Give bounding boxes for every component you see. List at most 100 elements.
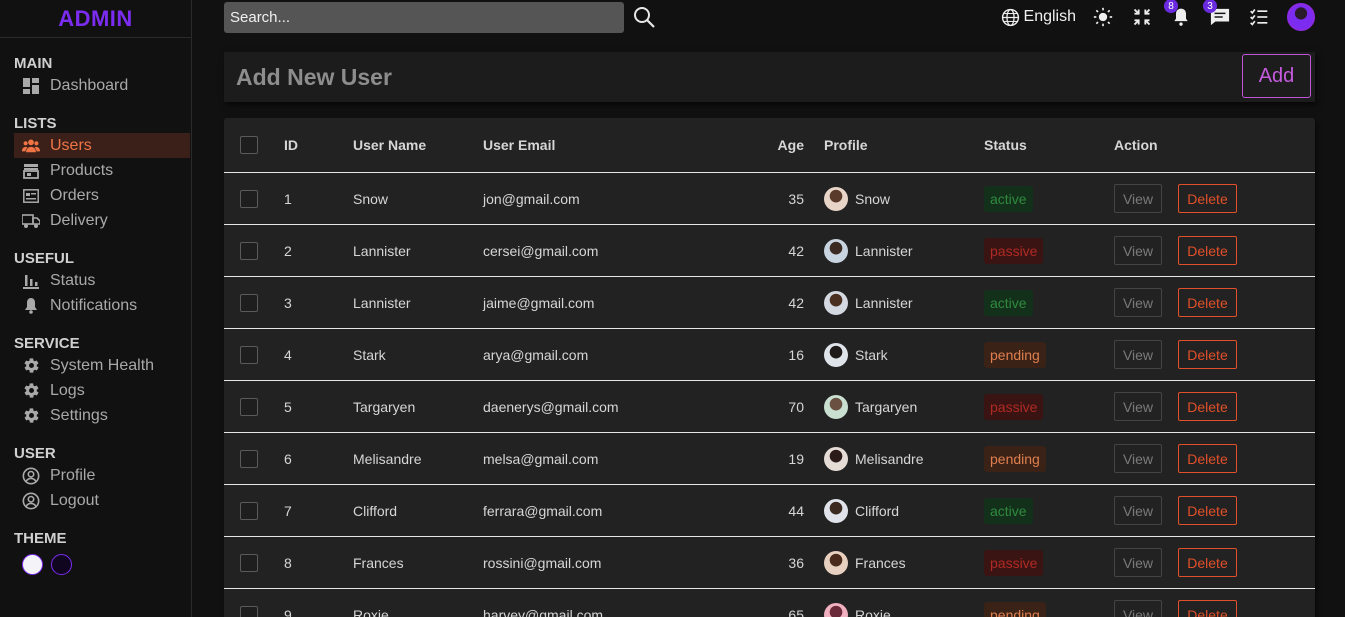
row-checkbox[interactable]	[240, 189, 258, 208]
app-logo[interactable]: ADMIN	[58, 6, 133, 32]
view-button[interactable]: View	[1114, 548, 1162, 577]
cell-age: 36	[788, 554, 804, 571]
delete-button[interactable]: Delete	[1178, 548, 1237, 577]
user-avatar[interactable]	[1287, 3, 1315, 31]
column-header-age[interactable]: Age	[744, 137, 804, 153]
select-all-checkbox[interactable]	[240, 136, 258, 154]
profile-name: Roxie	[855, 606, 891, 617]
add-user-button[interactable]: Add	[1242, 54, 1311, 98]
dark-theme-swatch[interactable]	[51, 554, 72, 575]
column-header-profile[interactable]: Profile	[824, 137, 868, 153]
cell-username: Frances	[353, 554, 404, 571]
cell-profile: Targaryen	[824, 394, 917, 419]
notifications-button[interactable]: 8	[1164, 0, 1192, 28]
gear-icon	[22, 382, 40, 400]
sidebar-item-label: Orders	[50, 186, 99, 204]
delete-button[interactable]: Delete	[1178, 340, 1237, 369]
sidebar-item-users[interactable]: Users	[14, 133, 190, 158]
row-checkbox[interactable]	[240, 397, 258, 416]
users-icon	[22, 137, 40, 155]
sidebar-section-service: SERVICE System Health Logs Settings	[0, 335, 191, 428]
page-title: Add New User	[236, 63, 392, 90]
user-circle-icon	[22, 467, 40, 485]
sidebar-item-label: Profile	[50, 466, 96, 484]
profile-avatar	[824, 394, 848, 419]
row-checkbox[interactable]	[240, 449, 258, 468]
row-checkbox[interactable]	[240, 501, 258, 520]
sidebar-section-title: LISTS	[14, 115, 57, 132]
cell-age: 19	[788, 450, 804, 467]
row-checkbox[interactable]	[240, 293, 258, 312]
cell-username: Roxie	[353, 606, 389, 617]
cell-status: pending	[984, 601, 1046, 617]
row-checkbox[interactable]	[240, 345, 258, 364]
search-input[interactable]	[224, 1, 624, 33]
status-badge: passive	[984, 549, 1044, 576]
view-button[interactable]: View	[1114, 288, 1162, 317]
status-badge: active	[984, 185, 1033, 212]
gear-icon	[22, 357, 40, 375]
sidebar-item-logout[interactable]: Logout	[14, 488, 191, 513]
column-header-action: Action	[1114, 137, 1158, 153]
sidebar-item-notifications[interactable]: Notifications	[14, 293, 191, 318]
sidebar-item-logs[interactable]: Logs	[14, 378, 191, 403]
column-header-email[interactable]: User Email	[483, 137, 555, 153]
row-checkbox[interactable]	[240, 241, 258, 260]
search-icon[interactable]	[632, 5, 656, 29]
cell-username: Snow	[353, 190, 389, 207]
delete-button[interactable]: Delete	[1178, 392, 1237, 421]
dashboard-icon	[22, 77, 40, 95]
delete-button[interactable]: Delete	[1178, 444, 1237, 473]
view-button[interactable]: View	[1114, 236, 1162, 265]
delete-button[interactable]: Delete	[1178, 288, 1237, 317]
delete-button[interactable]: Delete	[1178, 236, 1237, 265]
column-header-id[interactable]: ID	[284, 137, 298, 153]
row-checkbox[interactable]	[240, 553, 258, 572]
fullscreen-exit-button[interactable]	[1131, 6, 1153, 28]
cell-email: rossini@gmail.com	[483, 554, 602, 571]
sidebar-item-label: Status	[50, 271, 96, 289]
sidebar-section-useful: USEFUL Status Notifications	[0, 250, 191, 318]
view-button[interactable]: View	[1114, 496, 1162, 525]
cell-email: jon@gmail.com	[483, 190, 580, 207]
sidebar-item-profile[interactable]: Profile	[14, 463, 191, 488]
column-header-name[interactable]: User Name	[353, 137, 426, 153]
language-selector[interactable]: English	[1001, 8, 1076, 27]
delete-button[interactable]: Delete	[1178, 600, 1237, 617]
view-button[interactable]: View	[1114, 600, 1162, 617]
sidebar-section-title: MAIN	[14, 55, 53, 72]
sidebar-item-status[interactable]: Status	[14, 268, 191, 293]
delete-button[interactable]: Delete	[1178, 184, 1237, 213]
cell-actions: View Delete	[1114, 392, 1237, 421]
view-button[interactable]: View	[1114, 444, 1162, 473]
sidebar-item-label: System Health	[50, 356, 155, 374]
status-badge: pending	[984, 341, 1046, 368]
language-label: English	[1023, 8, 1076, 25]
sidebar-item-delivery[interactable]: Delivery	[14, 208, 191, 233]
view-button[interactable]: View	[1114, 184, 1162, 213]
sidebar-item-orders[interactable]: Orders	[14, 183, 191, 208]
sidebar-section-lists: LISTS Users Products Orders Delivery	[0, 115, 191, 233]
sidebar-item-label: Products	[50, 161, 114, 179]
status-badge: passive	[984, 393, 1044, 420]
delete-button[interactable]: Delete	[1178, 496, 1237, 525]
light-theme-swatch[interactable]	[22, 554, 43, 575]
view-button[interactable]: View	[1114, 340, 1162, 369]
page-header: Add New User Add	[224, 52, 1315, 102]
theme-options	[14, 554, 191, 575]
profile-name: Frances	[855, 554, 906, 571]
task-list-button[interactable]	[1248, 6, 1270, 28]
table-header: ID User Name User Email Age Profile Stat…	[224, 118, 1315, 173]
row-checkbox[interactable]	[240, 605, 258, 617]
sidebar-section-title: USEFUL	[14, 250, 74, 267]
column-header-status[interactable]: Status	[984, 137, 1027, 153]
messages-button[interactable]: 3	[1203, 0, 1231, 28]
sidebar-item-system-health[interactable]: System Health	[14, 353, 191, 378]
sidebar-item-dashboard[interactable]: Dashboard	[14, 73, 191, 98]
theme-toggle-button[interactable]	[1092, 6, 1114, 28]
sidebar-item-label: Logs	[50, 381, 85, 399]
cell-id: 3	[284, 294, 292, 311]
sidebar-item-products[interactable]: Products	[14, 158, 191, 183]
view-button[interactable]: View	[1114, 392, 1162, 421]
sidebar-item-settings[interactable]: Settings	[14, 403, 191, 428]
